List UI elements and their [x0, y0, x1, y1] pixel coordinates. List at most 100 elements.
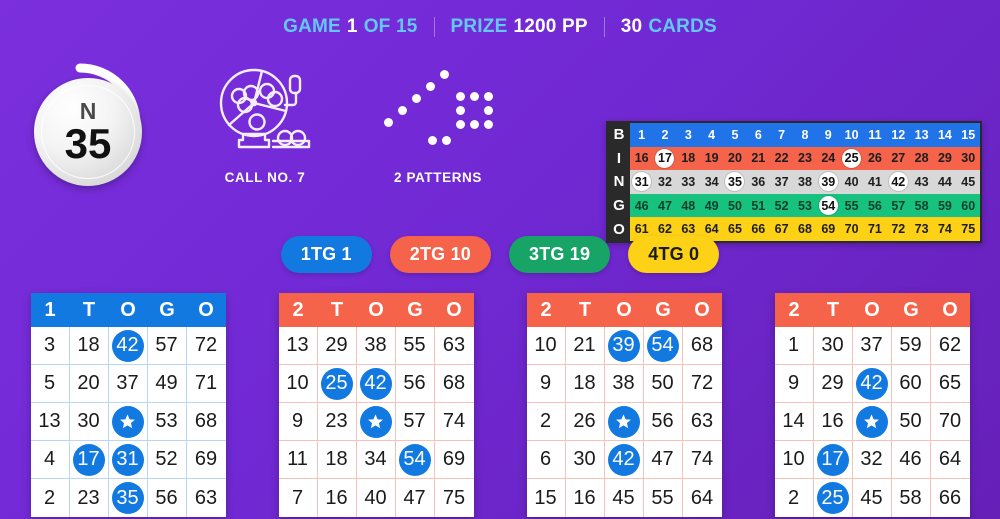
card-cell[interactable]: 47	[396, 479, 435, 517]
bingo-card[interactable]: 2 T O G O 10 21 39 54 68 9 18 38 50 72 2 26 56 63 6 30 42 47 74…	[526, 293, 722, 517]
card-cell-marked[interactable]: 17	[69, 441, 109, 479]
card-cell[interactable]: 16	[318, 479, 357, 517]
bingo-card[interactable]: 2 T O G O 13 29 38 55 63 10 25 42 56 68 9 23 57 74 11 18 34 54…	[278, 293, 474, 517]
card-cell[interactable]: 50	[891, 403, 931, 441]
card-cell[interactable]: 26	[565, 403, 605, 441]
card-cell[interactable]: 2	[31, 479, 70, 517]
card-cell[interactable]: 69	[434, 441, 474, 479]
card-cell-marked[interactable]: 54	[395, 441, 435, 479]
bingo-card[interactable]: 1 T O G O 3 18 42 57 72 5 20 37 49 71 13 30 53 68 4 17 31 52 69…	[30, 293, 226, 517]
card-cell[interactable]: 30	[565, 441, 605, 479]
to-go-badge-4[interactable]: 4TG 0	[628, 236, 720, 273]
bingo-card[interactable]: 2 T O G O 1 30 37 59 62 9 29 42 60 65 14 16 50 70 10 17 32 46 6…	[774, 293, 970, 517]
card-cell[interactable]: 6	[526, 441, 566, 479]
card-free-cell[interactable]	[356, 403, 396, 441]
card-cell[interactable]: 45	[853, 479, 892, 517]
card-cell[interactable]: 38	[356, 327, 396, 365]
card-cell[interactable]: 71	[186, 365, 226, 403]
card-cell[interactable]: 20	[69, 365, 109, 403]
card-cell[interactable]: 52	[147, 441, 187, 479]
card-cell[interactable]: 70	[930, 403, 970, 441]
card-cell[interactable]: 21	[565, 327, 605, 365]
card-cell[interactable]: 58	[892, 479, 931, 517]
card-cell[interactable]: 9	[278, 403, 318, 441]
card-cell[interactable]: 4	[30, 441, 70, 479]
card-cell[interactable]: 23	[70, 479, 109, 517]
card-cell[interactable]: 59	[891, 327, 931, 365]
card-cell[interactable]: 55	[395, 327, 435, 365]
card-cell[interactable]: 63	[682, 403, 722, 441]
card-cell[interactable]: 30	[69, 403, 109, 441]
card-cell[interactable]: 50	[643, 365, 683, 403]
card-cell[interactable]: 9	[774, 365, 814, 403]
card-cell[interactable]: 57	[395, 403, 435, 441]
card-cell[interactable]: 74	[682, 441, 722, 479]
card-cell[interactable]: 68	[434, 365, 474, 403]
card-cell[interactable]: 64	[683, 479, 722, 517]
card-cell[interactable]: 46	[891, 441, 931, 479]
card-cell[interactable]: 63	[434, 327, 474, 365]
card-cell-marked[interactable]: 17	[813, 441, 853, 479]
card-cell[interactable]: 49	[147, 365, 187, 403]
card-cell[interactable]: 37	[852, 327, 892, 365]
card-cell[interactable]: 1	[774, 327, 814, 365]
card-cell[interactable]: 29	[813, 365, 853, 403]
card-cell[interactable]: 72	[186, 327, 226, 365]
card-cell[interactable]: 18	[565, 365, 605, 403]
card-cell[interactable]: 11	[278, 441, 318, 479]
card-cell[interactable]: 68	[682, 327, 722, 365]
card-cell[interactable]: 16	[566, 479, 605, 517]
card-cell[interactable]: 15	[527, 479, 566, 517]
card-cell-marked[interactable]: 54	[643, 327, 683, 365]
card-cell[interactable]: 10	[526, 327, 566, 365]
to-go-badge-1[interactable]: 1TG 1	[280, 236, 372, 273]
card-cell[interactable]: 10	[278, 365, 318, 403]
card-cell[interactable]: 69	[186, 441, 226, 479]
card-cell[interactable]: 32	[852, 441, 892, 479]
card-cell-marked[interactable]: 31	[108, 441, 148, 479]
card-cell-marked[interactable]: 42	[852, 365, 892, 403]
card-cell[interactable]: 56	[643, 403, 683, 441]
card-cell[interactable]: 65	[930, 365, 970, 403]
card-cell-marked[interactable]: 35	[109, 479, 148, 517]
card-cell[interactable]: 56	[148, 479, 187, 517]
card-cell[interactable]: 5	[30, 365, 70, 403]
card-free-cell[interactable]	[108, 403, 148, 441]
to-go-badge-2[interactable]: 2TG 10	[389, 236, 491, 273]
card-cell[interactable]: 18	[69, 327, 109, 365]
card-cell[interactable]: 63	[187, 479, 226, 517]
card-cell[interactable]: 57	[147, 327, 187, 365]
card-cell[interactable]: 3	[30, 327, 70, 365]
to-go-badge-3[interactable]: 3TG 19	[509, 236, 611, 273]
card-free-cell[interactable]	[604, 403, 644, 441]
card-cell[interactable]: 7	[279, 479, 318, 517]
card-cell[interactable]: 2	[775, 479, 814, 517]
card-cell[interactable]: 66	[931, 479, 970, 517]
card-cell[interactable]: 10	[774, 441, 814, 479]
card-cell-marked[interactable]: 39	[604, 327, 644, 365]
card-cell-marked[interactable]: 42	[108, 327, 148, 365]
card-cell[interactable]: 40	[357, 479, 396, 517]
card-cell[interactable]: 2	[526, 403, 566, 441]
card-cell[interactable]: 23	[317, 403, 357, 441]
card-cell[interactable]: 37	[108, 365, 148, 403]
card-cell[interactable]: 13	[30, 403, 70, 441]
card-cell[interactable]: 47	[643, 441, 683, 479]
card-cell-marked[interactable]: 25	[317, 365, 357, 403]
card-cell-marked[interactable]: 25	[814, 479, 853, 517]
card-cell[interactable]: 9	[526, 365, 566, 403]
card-cell[interactable]: 74	[434, 403, 474, 441]
card-cell[interactable]: 29	[317, 327, 357, 365]
card-cell[interactable]: 53	[147, 403, 187, 441]
card-cell[interactable]: 14	[774, 403, 814, 441]
card-cell[interactable]: 30	[813, 327, 853, 365]
card-cell[interactable]: 55	[644, 479, 683, 517]
card-cell[interactable]: 75	[435, 479, 474, 517]
card-cell[interactable]: 38	[604, 365, 644, 403]
card-cell[interactable]: 16	[813, 403, 853, 441]
card-cell[interactable]: 68	[186, 403, 226, 441]
card-cell[interactable]: 45	[605, 479, 644, 517]
card-cell[interactable]: 72	[682, 365, 722, 403]
card-cell[interactable]: 60	[891, 365, 931, 403]
card-cell[interactable]: 13	[278, 327, 318, 365]
